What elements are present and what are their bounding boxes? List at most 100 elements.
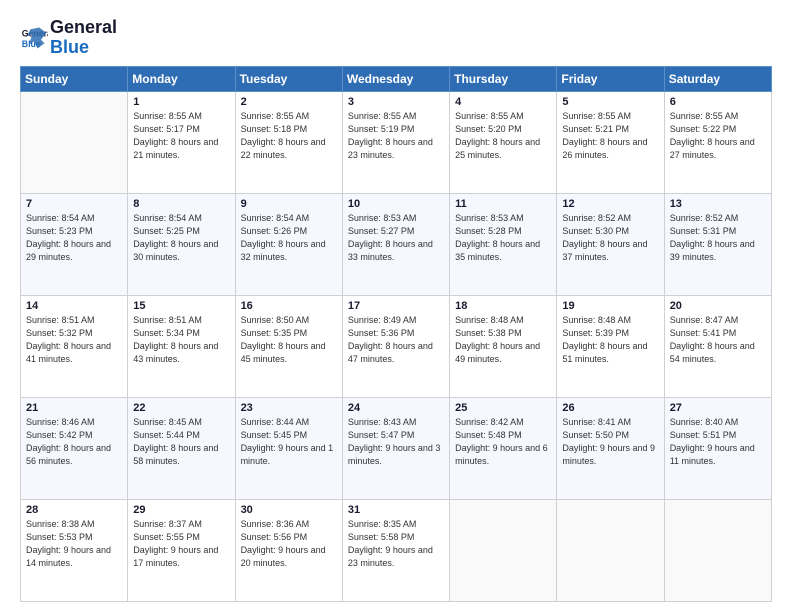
calendar-week-row: 7 Sunrise: 8:54 AMSunset: 5:23 PMDaylight… [21, 193, 772, 295]
day-info: Sunrise: 8:55 AMSunset: 5:21 PMDaylight:… [562, 110, 658, 162]
day-number: 21 [26, 402, 122, 414]
day-number: 28 [26, 504, 122, 516]
day-number: 9 [241, 198, 337, 210]
calendar-day: 23Sunrise: 8:44 AMSunset: 5:45 PMDayligh… [235, 397, 342, 499]
calendar-day: 1 Sunrise: 8:55 AMSunset: 5:17 PMDaylight… [128, 91, 235, 193]
day-info: Sunrise: 8:50 AMSunset: 5:35 PMDaylight:… [241, 314, 337, 366]
calendar-header: SundayMondayTuesdayWednesdayThursdayFrid… [21, 66, 772, 91]
day-number: 2 [241, 96, 337, 108]
day-number: 14 [26, 300, 122, 312]
day-number: 7 [26, 198, 122, 210]
day-info: Sunrise: 8:51 AMSunset: 5:32 PMDaylight:… [26, 314, 122, 366]
day-number: 25 [455, 402, 551, 414]
day-info: Sunrise: 8:45 AMSunset: 5:44 PMDaylight:… [133, 416, 229, 468]
calendar-day: 6 Sunrise: 8:55 AMSunset: 5:22 PMDaylight… [664, 91, 771, 193]
weekday-header-tuesday: Tuesday [235, 66, 342, 91]
day-info: Sunrise: 8:55 AMSunset: 5:17 PMDaylight:… [133, 110, 229, 162]
calendar-day: 15Sunrise: 8:51 AMSunset: 5:34 PMDayligh… [128, 295, 235, 397]
calendar-day: 9Sunrise: 8:54 AMSunset: 5:26 PMDaylight… [235, 193, 342, 295]
day-info: Sunrise: 8:36 AMSunset: 5:56 PMDaylight:… [241, 518, 337, 570]
day-number: 12 [562, 198, 658, 210]
calendar-day: 29 Sunrise: 8:37 AMSunset: 5:55 PMDayligh… [128, 499, 235, 601]
calendar-day: 20 Sunrise: 8:47 AMSunset: 5:41 PMDayligh… [664, 295, 771, 397]
day-number: 3 [348, 96, 444, 108]
weekday-header-row: SundayMondayTuesdayWednesdayThursdayFrid… [21, 66, 772, 91]
day-info: Sunrise: 8:55 AMSunset: 5:22 PMDaylight:… [670, 110, 766, 162]
day-number: 10 [348, 198, 444, 210]
day-number: 11 [455, 198, 551, 210]
day-info: Sunrise: 8:52 AMSunset: 5:30 PMDaylight:… [562, 212, 658, 264]
calendar-day: 25 Sunrise: 8:42 AMSunset: 5:48 PMDayligh… [450, 397, 557, 499]
day-info: Sunrise: 8:53 AMSunset: 5:28 PMDaylight:… [455, 212, 551, 264]
calendar-day: 21 Sunrise: 8:46 AMSunset: 5:42 PMDayligh… [21, 397, 128, 499]
page: General Blue General Blue SundayMondayTu… [0, 0, 792, 612]
day-info: Sunrise: 8:54 AMSunset: 5:23 PMDaylight:… [26, 212, 122, 264]
day-info: Sunrise: 8:38 AMSunset: 5:53 PMDaylight:… [26, 518, 122, 570]
calendar-day: 4Sunrise: 8:55 AMSunset: 5:20 PMDaylight… [450, 91, 557, 193]
calendar-day: 27Sunrise: 8:40 AMSunset: 5:51 PMDayligh… [664, 397, 771, 499]
calendar-day: 17 Sunrise: 8:49 AMSunset: 5:36 PMDayligh… [342, 295, 449, 397]
day-info: Sunrise: 8:42 AMSunset: 5:48 PMDaylight:… [455, 416, 551, 468]
weekday-header-saturday: Saturday [664, 66, 771, 91]
day-number: 18 [455, 300, 551, 312]
day-info: Sunrise: 8:54 AMSunset: 5:25 PMDaylight:… [133, 212, 229, 264]
day-number: 13 [670, 198, 766, 210]
day-number: 8 [133, 198, 229, 210]
day-info: Sunrise: 8:55 AMSunset: 5:19 PMDaylight:… [348, 110, 444, 162]
day-info: Sunrise: 8:49 AMSunset: 5:36 PMDaylight:… [348, 314, 444, 366]
calendar-day [450, 499, 557, 601]
day-info: Sunrise: 8:55 AMSunset: 5:18 PMDaylight:… [241, 110, 337, 162]
weekday-header-monday: Monday [128, 66, 235, 91]
calendar-day: 11 Sunrise: 8:53 AMSunset: 5:28 PMDayligh… [450, 193, 557, 295]
day-info: Sunrise: 8:55 AMSunset: 5:20 PMDaylight:… [455, 110, 551, 162]
calendar-day: 31 Sunrise: 8:35 AMSunset: 5:58 PMDayligh… [342, 499, 449, 601]
day-number: 22 [133, 402, 229, 414]
calendar: SundayMondayTuesdayWednesdayThursdayFrid… [20, 66, 772, 602]
calendar-day: 5 Sunrise: 8:55 AMSunset: 5:21 PMDaylight… [557, 91, 664, 193]
calendar-day: 30 Sunrise: 8:36 AMSunset: 5:56 PMDayligh… [235, 499, 342, 601]
day-info: Sunrise: 8:47 AMSunset: 5:41 PMDaylight:… [670, 314, 766, 366]
weekday-header-sunday: Sunday [21, 66, 128, 91]
day-number: 16 [241, 300, 337, 312]
calendar-day [21, 91, 128, 193]
day-number: 1 [133, 96, 229, 108]
day-number: 20 [670, 300, 766, 312]
calendar-day: 28 Sunrise: 8:38 AMSunset: 5:53 PMDayligh… [21, 499, 128, 601]
calendar-day: 16 Sunrise: 8:50 AMSunset: 5:35 PMDayligh… [235, 295, 342, 397]
calendar-day: 10 Sunrise: 8:53 AMSunset: 5:27 PMDayligh… [342, 193, 449, 295]
day-info: Sunrise: 8:35 AMSunset: 5:58 PMDaylight:… [348, 518, 444, 570]
day-number: 31 [348, 504, 444, 516]
calendar-day: 14 Sunrise: 8:51 AMSunset: 5:32 PMDayligh… [21, 295, 128, 397]
calendar-week-row: 14 Sunrise: 8:51 AMSunset: 5:32 PMDayligh… [21, 295, 772, 397]
calendar-body: 1 Sunrise: 8:55 AMSunset: 5:17 PMDaylight… [21, 91, 772, 601]
day-number: 23 [241, 402, 337, 414]
calendar-day [557, 499, 664, 601]
logo-text-general: General [50, 18, 117, 38]
calendar-day: 24Sunrise: 8:43 AMSunset: 5:47 PMDayligh… [342, 397, 449, 499]
calendar-day: 22 Sunrise: 8:45 AMSunset: 5:44 PMDayligh… [128, 397, 235, 499]
day-number: 19 [562, 300, 658, 312]
day-info: Sunrise: 8:53 AMSunset: 5:27 PMDaylight:… [348, 212, 444, 264]
calendar-day: 18Sunrise: 8:48 AMSunset: 5:38 PMDayligh… [450, 295, 557, 397]
day-number: 6 [670, 96, 766, 108]
calendar-day: 12 Sunrise: 8:52 AMSunset: 5:30 PMDayligh… [557, 193, 664, 295]
day-info: Sunrise: 8:48 AMSunset: 5:39 PMDaylight:… [562, 314, 658, 366]
header: General Blue General Blue [20, 18, 772, 58]
calendar-day: 3 Sunrise: 8:55 AMSunset: 5:19 PMDaylight… [342, 91, 449, 193]
day-number: 30 [241, 504, 337, 516]
day-number: 5 [562, 96, 658, 108]
logo: General Blue General Blue [20, 18, 117, 58]
calendar-day: 2 Sunrise: 8:55 AMSunset: 5:18 PMDaylight… [235, 91, 342, 193]
weekday-header-friday: Friday [557, 66, 664, 91]
day-number: 24 [348, 402, 444, 414]
calendar-week-row: 28 Sunrise: 8:38 AMSunset: 5:53 PMDayligh… [21, 499, 772, 601]
day-number: 15 [133, 300, 229, 312]
day-number: 17 [348, 300, 444, 312]
calendar-day: 7 Sunrise: 8:54 AMSunset: 5:23 PMDaylight… [21, 193, 128, 295]
calendar-day: 8 Sunrise: 8:54 AMSunset: 5:25 PMDaylight… [128, 193, 235, 295]
day-number: 26 [562, 402, 658, 414]
day-info: Sunrise: 8:37 AMSunset: 5:55 PMDaylight:… [133, 518, 229, 570]
day-number: 29 [133, 504, 229, 516]
day-info: Sunrise: 8:46 AMSunset: 5:42 PMDaylight:… [26, 416, 122, 468]
weekday-header-wednesday: Wednesday [342, 66, 449, 91]
